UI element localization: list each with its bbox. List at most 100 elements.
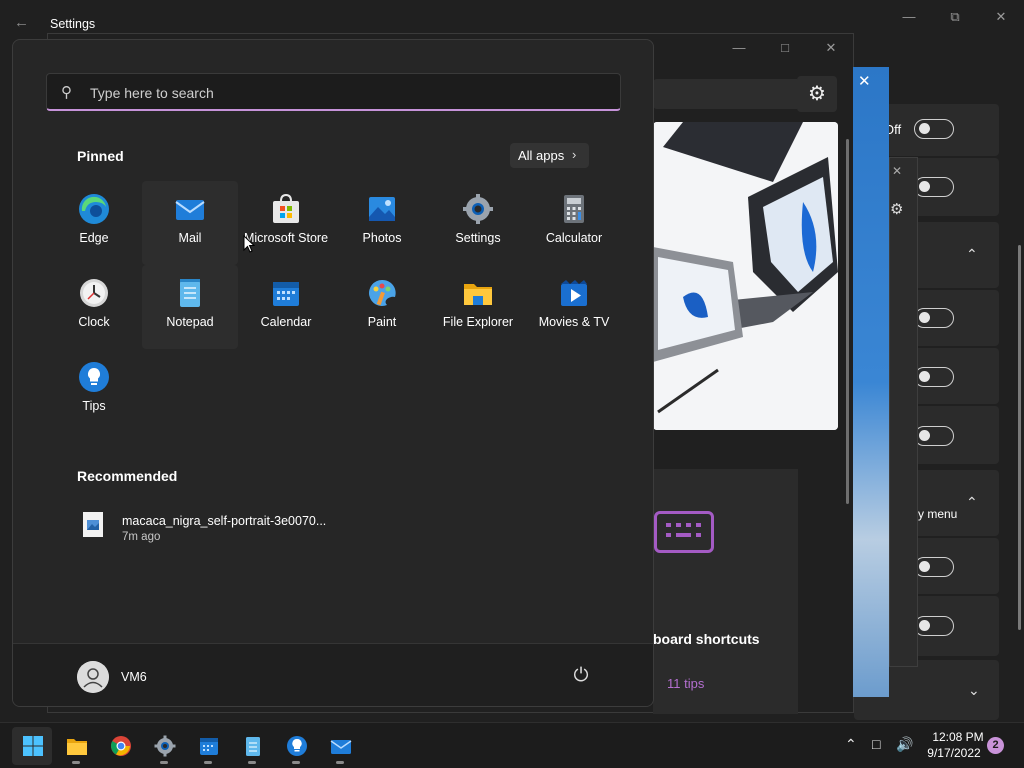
tips-side-banner xyxy=(853,67,889,697)
app-label: Tips xyxy=(82,399,106,413)
toggle-switch[interactable] xyxy=(914,119,954,139)
recommended-heading: Recommended xyxy=(77,468,178,484)
pinned-app-clock[interactable]: Clock xyxy=(46,265,142,349)
user-name[interactable]: VM6 xyxy=(121,670,147,684)
keyboard-icon xyxy=(654,511,714,553)
close-icon[interactable]: ✕ xyxy=(990,8,1012,26)
pinned-app-paint[interactable]: Paint xyxy=(334,265,430,349)
close-icon[interactable]: ✕ xyxy=(892,164,902,178)
back-arrow-icon[interactable]: ← xyxy=(14,14,34,34)
app-label: Paint xyxy=(367,315,397,329)
paint-icon xyxy=(369,279,396,306)
gear-icon[interactable]: ⚙ xyxy=(890,200,903,218)
chevron-up-icon[interactable]: ⌃ xyxy=(845,736,857,753)
running-indicator xyxy=(204,761,212,764)
app-label: Mail xyxy=(178,231,202,245)
app-label: Photos xyxy=(362,231,402,245)
start-button[interactable] xyxy=(12,727,52,765)
calendar-icon xyxy=(273,282,299,306)
running-indicator xyxy=(248,761,256,764)
calculator-icon xyxy=(564,195,584,223)
tray-date[interactable]: 9/17/2022 xyxy=(921,746,987,760)
restore-icon[interactable]: ⧉ xyxy=(944,8,966,26)
app-label: File Explorer xyxy=(442,315,514,329)
minimize-icon[interactable]: — xyxy=(728,39,750,57)
expander-label: y menu xyxy=(918,507,958,521)
chevron-up-icon[interactable]: ⌃ xyxy=(966,246,978,263)
mail-icon xyxy=(175,200,205,220)
toggle-switch[interactable] xyxy=(914,367,954,387)
mouse-cursor-icon xyxy=(243,235,255,253)
notification-badge[interactable]: 2 xyxy=(987,737,1004,754)
photos-icon xyxy=(369,197,395,221)
search-icon: ⚲ xyxy=(61,84,72,101)
calendar-icon xyxy=(200,738,218,755)
pinned-app-mail[interactable]: Mail xyxy=(142,181,238,265)
running-indicator xyxy=(72,761,80,764)
all-apps-button[interactable]: All apps › xyxy=(510,143,589,168)
close-icon[interactable]: ✕ xyxy=(858,72,871,90)
settings-scrollbar[interactable] xyxy=(1018,245,1021,630)
taskbar-calendar[interactable] xyxy=(188,727,228,765)
chrome-icon xyxy=(111,736,131,756)
settings-icon xyxy=(154,735,176,757)
settings-icon xyxy=(463,194,493,224)
pinned-app-file-explorer[interactable]: File Explorer xyxy=(430,265,526,349)
running-indicator xyxy=(160,761,168,764)
tips-hero-image xyxy=(653,122,838,430)
tray-time[interactable]: 12:08 PM xyxy=(928,730,988,744)
toggle-switch[interactable] xyxy=(914,426,954,446)
app-label: Edge xyxy=(79,231,109,245)
popup-panel: ✕ ⚙ xyxy=(889,157,918,667)
toggle-switch[interactable] xyxy=(914,616,954,636)
volume-icon[interactable]: 🔊 xyxy=(896,736,913,753)
notepad-icon xyxy=(246,737,260,756)
chevron-down-icon[interactable]: ⌄ xyxy=(968,682,980,699)
pinned-app-calendar[interactable]: Calendar xyxy=(238,265,334,349)
start-search-box[interactable]: ⚲ Type here to search xyxy=(46,73,621,111)
edge-icon xyxy=(79,194,109,224)
avatar[interactable] xyxy=(77,661,109,693)
taskbar-file-explorer[interactable] xyxy=(56,727,96,765)
taskbar-mail[interactable] xyxy=(320,727,360,765)
running-indicator xyxy=(336,761,344,764)
tips-icon xyxy=(287,736,307,756)
toggle-switch[interactable] xyxy=(914,557,954,577)
maximize-icon[interactable]: □ xyxy=(774,39,796,57)
network-icon[interactable]: □ xyxy=(872,736,880,752)
chevron-up-icon[interactable]: ⌃ xyxy=(966,494,978,511)
recommended-item[interactable]: macaca_nigra_self-portrait-3e0070... 7m … xyxy=(77,506,377,546)
app-label: Calendar xyxy=(260,315,312,329)
pinned-app-movies-tv[interactable]: Movies & TV xyxy=(526,265,622,349)
toggle-switch[interactable] xyxy=(914,177,954,197)
tips-card-title: board shortcuts xyxy=(653,631,760,647)
power-icon[interactable]: ⏻ xyxy=(570,665,592,687)
recommended-item-name: macaca_nigra_self-portrait-3e0070... xyxy=(122,514,327,528)
pinned-app-calculator[interactable]: Calculator xyxy=(526,181,622,265)
mail-icon xyxy=(330,740,352,754)
chevron-right-icon: › xyxy=(572,147,577,162)
file-explorer-icon xyxy=(67,739,87,755)
search-placeholder[interactable]: Type here to search xyxy=(90,85,214,101)
app-label: Clock xyxy=(78,315,110,329)
taskbar-chrome[interactable] xyxy=(100,727,140,765)
pinned-app-edge[interactable]: Edge xyxy=(46,181,142,265)
pinned-app-notepad[interactable]: Notepad xyxy=(142,265,238,349)
taskbar-tips[interactable] xyxy=(276,727,316,765)
taskbar-settings[interactable] xyxy=(144,727,184,765)
toggle-switch[interactable] xyxy=(914,308,954,328)
app-label: Movies & TV xyxy=(538,315,610,329)
notepad-icon xyxy=(180,279,200,307)
tips-card[interactable]: board shortcuts 11 tips xyxy=(653,469,798,714)
minimize-icon[interactable]: — xyxy=(898,8,920,26)
running-indicator xyxy=(292,761,300,764)
pinned-app-photos[interactable]: Photos xyxy=(334,181,430,265)
close-icon[interactable]: ✕ xyxy=(820,39,842,57)
pinned-app-tips[interactable]: Tips xyxy=(46,349,142,433)
gear-icon[interactable]: ⚙ xyxy=(797,76,837,112)
pinned-app-settings[interactable]: Settings xyxy=(430,181,526,265)
tips-scrollbar[interactable] xyxy=(846,139,849,504)
start-menu-footer: VM6 ⏻ xyxy=(13,643,653,706)
start-menu: ⚲ Type here to search Pinned All apps › … xyxy=(12,39,654,707)
taskbar-notepad[interactable] xyxy=(232,727,272,765)
